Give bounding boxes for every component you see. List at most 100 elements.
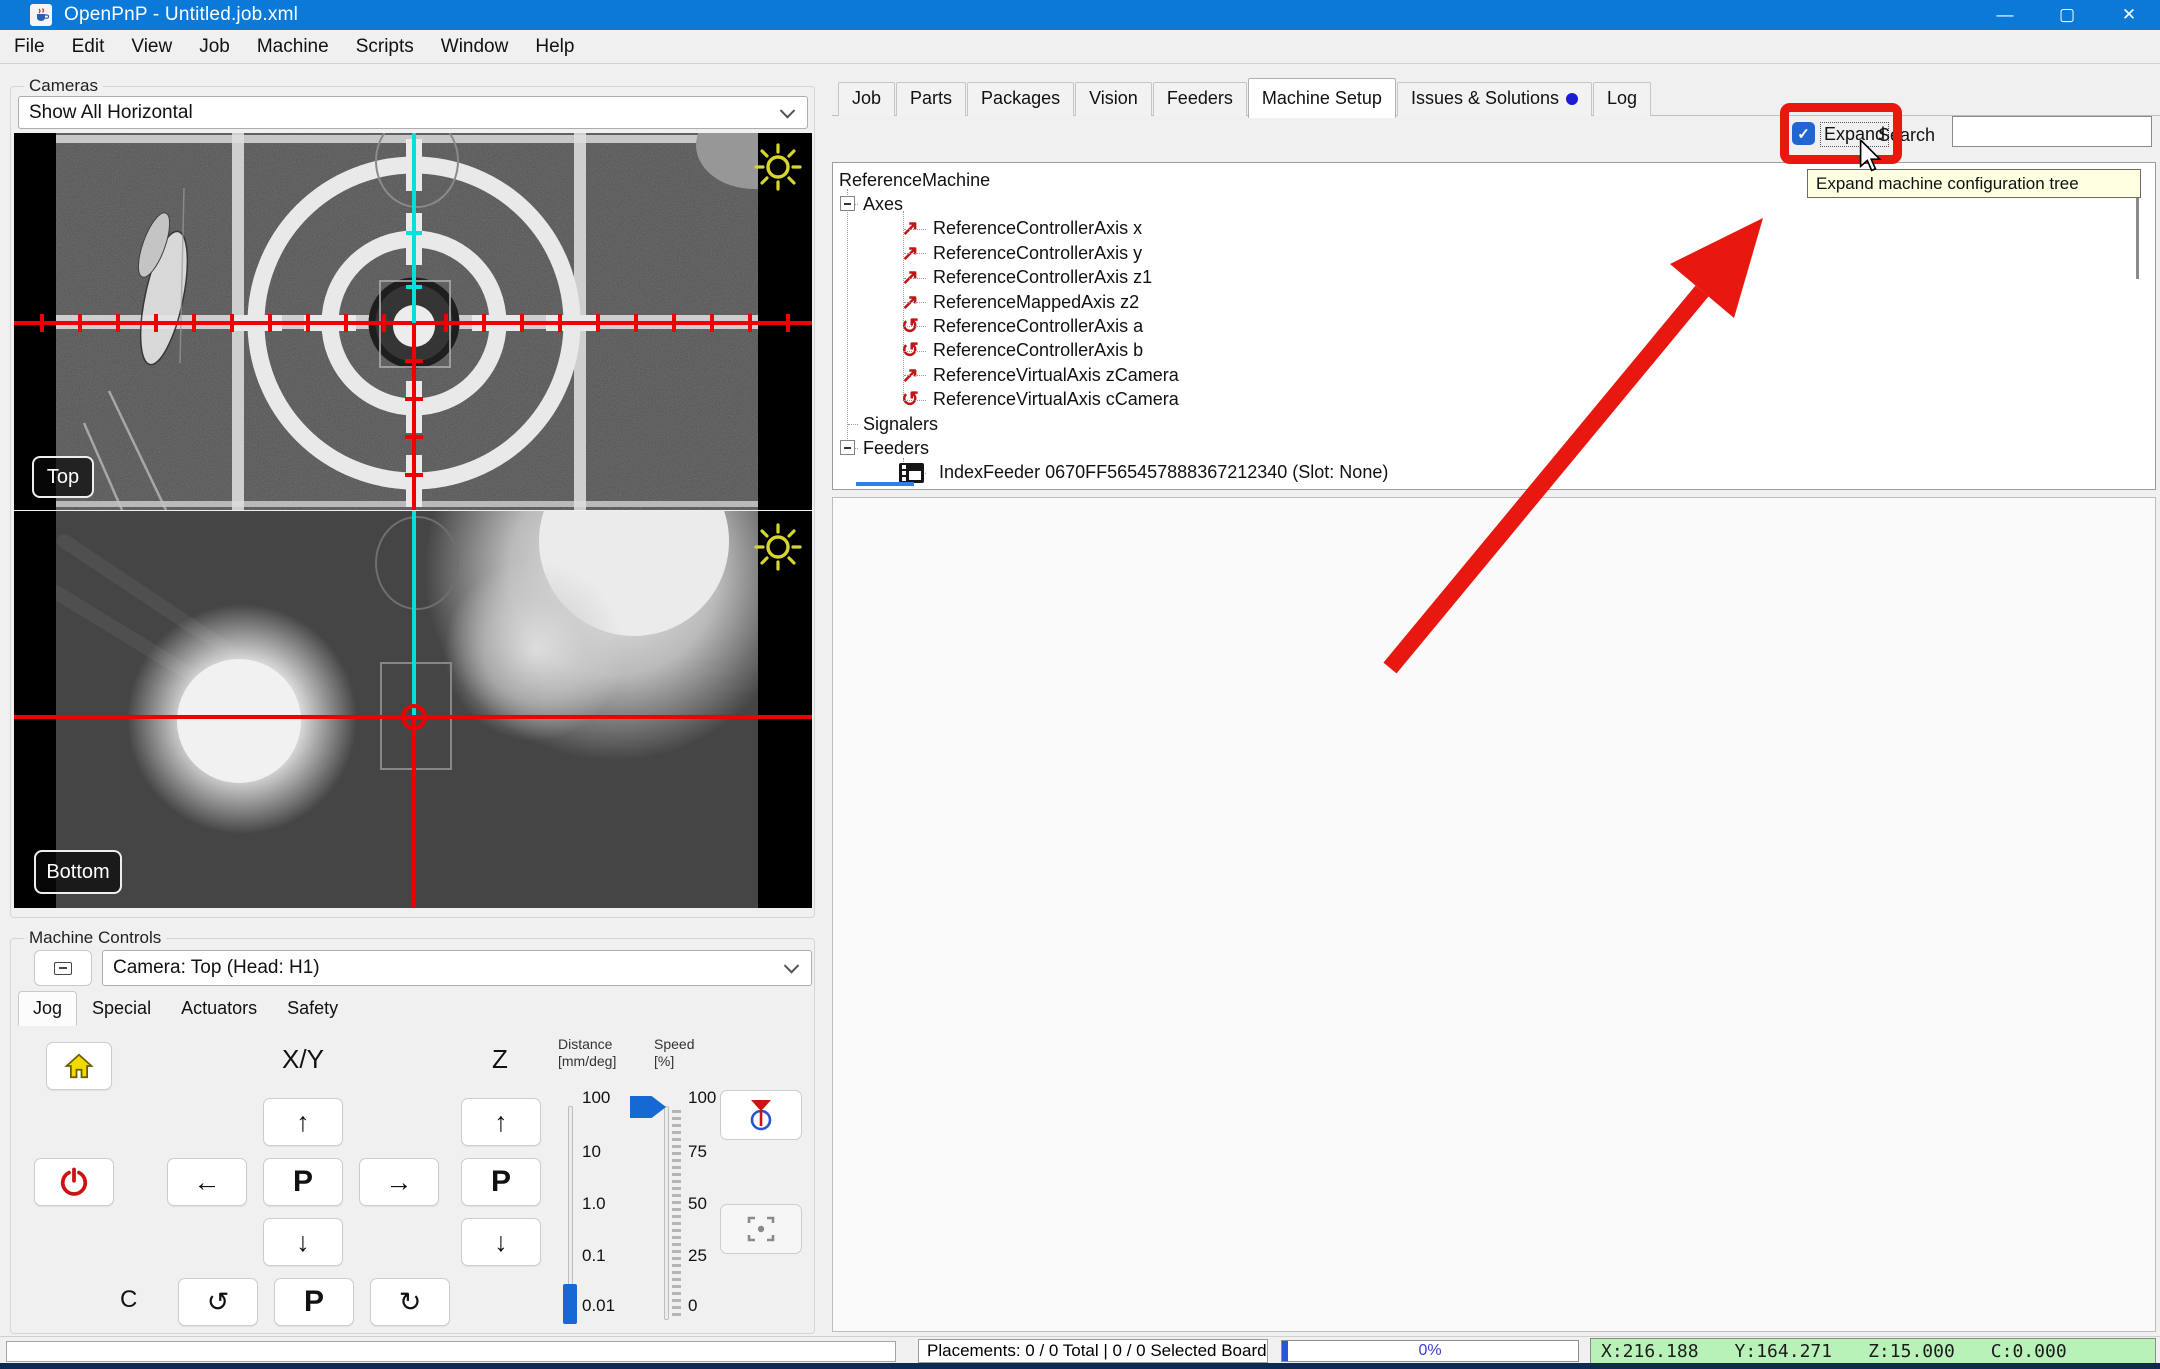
- position-z-button[interactable]: P: [461, 1158, 541, 1206]
- feeder-icon: [899, 463, 924, 483]
- tree-guide: [904, 229, 926, 230]
- distance-scale-label: 0.1: [582, 1246, 606, 1266]
- tree-row[interactable]: Feeders: [833, 436, 2155, 460]
- tree-guide: [904, 278, 926, 279]
- tree-guide: [904, 326, 926, 327]
- coordinate-value: Y:164.271: [1735, 1341, 1833, 1362]
- speed-header: Speed [%]: [654, 1036, 714, 1070]
- home-icon: [64, 1052, 94, 1080]
- tab-machine-setup[interactable]: Machine Setup: [1248, 78, 1396, 118]
- cameras-group-label: Cameras: [24, 76, 103, 96]
- tree-row[interactable]: ↗ReferenceControllerAxis x: [833, 217, 2155, 241]
- tree-item-label: ReferenceControllerAxis z1: [933, 267, 1152, 288]
- machine-controls-tabs: JogSpecialActuatorsSafety: [18, 992, 353, 1026]
- power-button[interactable]: [34, 1158, 114, 1206]
- collapse-panel-button[interactable]: [34, 950, 92, 986]
- speed-scale-label: 75: [688, 1142, 707, 1162]
- top-camera-view[interactable]: Top: [14, 133, 812, 510]
- z-header: Z: [420, 1044, 580, 1075]
- head-camera-selector[interactable]: Camera: Top (Head: H1): [102, 950, 812, 986]
- camera-view-selector[interactable]: Show All Horizontal: [18, 96, 808, 129]
- tab-actuators[interactable]: Actuators: [166, 993, 272, 1026]
- menu-item-scripts[interactable]: Scripts: [356, 36, 414, 58]
- close-button[interactable]: ✕: [2098, 0, 2160, 30]
- park-nozzle-button[interactable]: [720, 1090, 802, 1140]
- tab-issues-solutions[interactable]: Issues & Solutions: [1397, 82, 1592, 116]
- menu-item-machine[interactable]: Machine: [257, 36, 329, 58]
- tree-row[interactable]: ↗ReferenceControllerAxis y: [833, 241, 2155, 265]
- tree-row[interactable]: Signalers: [833, 412, 2155, 436]
- tree-row[interactable]: ↺ReferenceVirtualAxis cCamera: [833, 388, 2155, 412]
- jog-y-plus-button[interactable]: ↑: [263, 1098, 343, 1146]
- minimize-button[interactable]: —: [1974, 0, 2036, 30]
- maximize-button[interactable]: ▢: [2036, 0, 2098, 30]
- distance-scale-label: 1.0: [582, 1194, 606, 1214]
- status-message-field: [6, 1341, 896, 1362]
- brightness-sun-icon[interactable]: [752, 521, 804, 573]
- bottom-camera-label: Bottom: [34, 850, 122, 894]
- position-xy-button[interactable]: P: [263, 1158, 343, 1206]
- camera-capture-button[interactable]: [720, 1204, 802, 1254]
- tree-row[interactable]: ↺ReferenceControllerAxis a: [833, 314, 2155, 338]
- status-bar: Placements: 0 / 0 Total | 0 / 0 Selected…: [0, 1336, 2160, 1363]
- tab-safety[interactable]: Safety: [272, 993, 353, 1026]
- main-tabs: JobPartsPackagesVisionFeedersMachine Set…: [838, 80, 1652, 116]
- tree-row[interactable]: ↗ReferenceVirtualAxis zCamera: [833, 363, 2155, 387]
- app-icon: [30, 4, 52, 26]
- menu-item-edit[interactable]: Edit: [72, 36, 105, 58]
- home-button[interactable]: [46, 1042, 112, 1090]
- camera-capture-icon: [745, 1213, 777, 1245]
- position-c-button[interactable]: P: [274, 1278, 354, 1326]
- menu-item-window[interactable]: Window: [441, 36, 509, 58]
- bottom-camera-view[interactable]: Bottom: [14, 511, 812, 908]
- tree-row[interactable]: ↺ReferenceControllerAxis b: [833, 339, 2155, 363]
- jog-panel: X/Y Z Distance [mm/deg] Speed [%] ↑ ↑ ← …: [20, 1028, 810, 1330]
- c-axis-label: C: [120, 1286, 137, 1314]
- top-camera-image: [14, 133, 812, 510]
- tab-log[interactable]: Log: [1593, 82, 1651, 116]
- tree-row[interactable]: ↗ReferenceControllerAxis z1: [833, 266, 2155, 290]
- tree-item-label: ReferenceMappedAxis z2: [933, 292, 1139, 313]
- tab-feeders[interactable]: Feeders: [1153, 82, 1247, 116]
- speed-slider-thumb[interactable]: [630, 1096, 666, 1118]
- menu-item-file[interactable]: File: [14, 36, 45, 58]
- distance-slider-thumb[interactable]: [563, 1284, 577, 1324]
- tab-jog[interactable]: Jog: [18, 991, 77, 1026]
- openpnp-window: OpenPnP - Untitled.job.xml — ▢ ✕ FileEdi…: [0, 0, 2160, 1369]
- search-input[interactable]: [1952, 116, 2152, 147]
- feeder-drag-indicator: [856, 482, 914, 486]
- tab-packages[interactable]: Packages: [967, 82, 1074, 116]
- distance-scale-label: 10: [582, 1142, 601, 1162]
- jog-c-cw-button[interactable]: ↻: [370, 1278, 450, 1326]
- property-pane-empty: [832, 497, 2156, 1332]
- tree-scrollbar-thumb[interactable]: [2136, 191, 2139, 279]
- tab-special[interactable]: Special: [77, 993, 166, 1026]
- tab-vision[interactable]: Vision: [1075, 82, 1152, 116]
- menu-item-help[interactable]: Help: [535, 36, 574, 58]
- brightness-sun-icon[interactable]: [752, 141, 804, 193]
- tree-expander-minus[interactable]: [840, 196, 855, 211]
- job-progress-bar: 0%: [1281, 1340, 1579, 1362]
- xy-header: X/Y: [223, 1044, 383, 1075]
- tab-job[interactable]: Job: [838, 82, 895, 116]
- tree-row[interactable]: ↗ReferenceMappedAxis z2: [833, 290, 2155, 314]
- tree-row[interactable]: IndexFeeder 0670FF565457888367212340 (Sl…: [833, 461, 2155, 485]
- jog-x-plus-button[interactable]: →: [359, 1158, 439, 1206]
- tree-item-label: ReferenceControllerAxis y: [933, 243, 1142, 264]
- power-icon: [59, 1167, 89, 1197]
- tree-item-label: ReferenceVirtualAxis zCamera: [933, 365, 1179, 386]
- menu-item-view[interactable]: View: [131, 36, 172, 58]
- speed-slider-ticks: [672, 1110, 681, 1318]
- menu-item-job[interactable]: Job: [199, 36, 230, 58]
- tree-expander-minus[interactable]: [840, 440, 855, 455]
- jog-z-plus-button[interactable]: ↑: [461, 1098, 541, 1146]
- jog-z-minus-button[interactable]: ↓: [461, 1218, 541, 1266]
- speed-slider[interactable]: [664, 1106, 669, 1320]
- chevron-down-icon: [780, 103, 796, 119]
- tab-parts[interactable]: Parts: [896, 82, 966, 116]
- jog-x-minus-button[interactable]: ←: [167, 1158, 247, 1206]
- tree-guide: [904, 400, 926, 401]
- jog-c-ccw-button[interactable]: ↺: [178, 1278, 258, 1326]
- menu-bar: File Edit View Job Machine Scripts Window Help: [0, 30, 2160, 64]
- jog-y-minus-button[interactable]: ↓: [263, 1218, 343, 1266]
